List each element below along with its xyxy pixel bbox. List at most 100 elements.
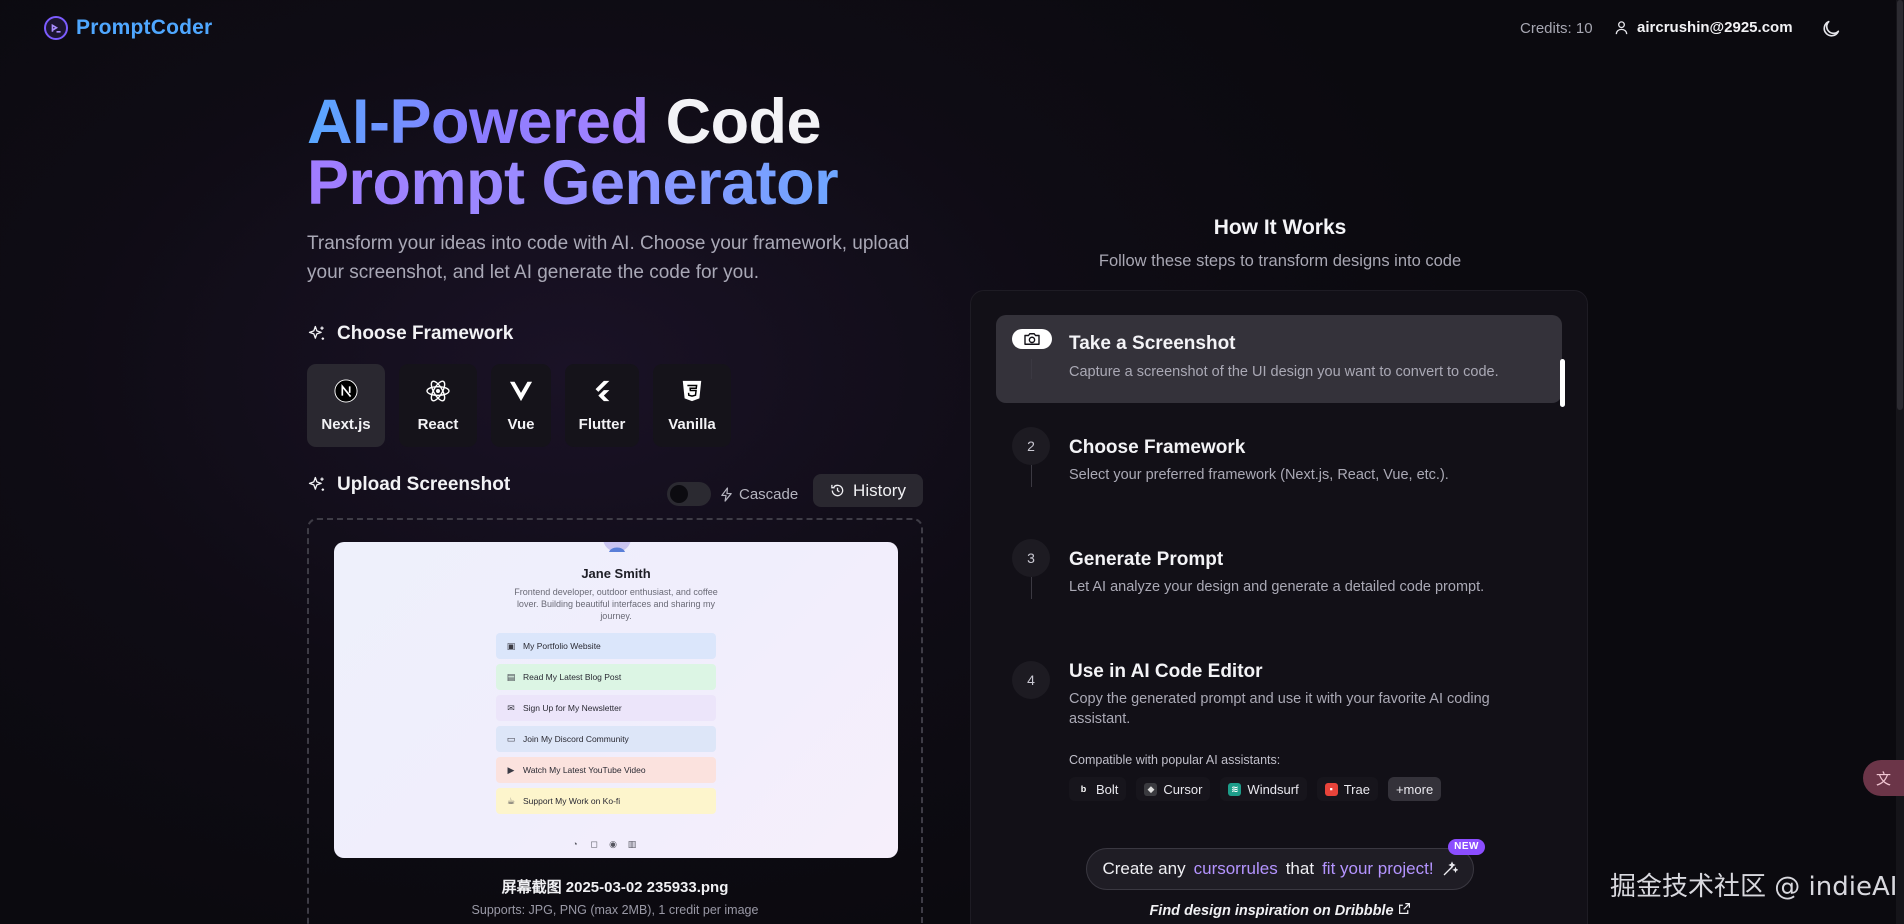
compatible-label: Compatible with popular AI assistants: bbox=[1069, 753, 1281, 767]
cta-text: Create any bbox=[1102, 859, 1186, 878]
history-label: History bbox=[853, 480, 906, 500]
framework-selector: Next.js React Vue Flutter Vanilla bbox=[307, 364, 731, 447]
step-title: Generate Prompt bbox=[1069, 549, 1224, 570]
cursorrules-cta-button[interactable]: Create any cursorrules that fit your pro… bbox=[1086, 839, 1485, 890]
assistant-cursor[interactable]: ◆ Cursor bbox=[1136, 777, 1211, 801]
preview-name: Jane Smith bbox=[581, 566, 651, 581]
dribbble-link[interactable]: Find design inspiration on Dribbble bbox=[971, 902, 1589, 919]
framework-option-vue[interactable]: Vue bbox=[491, 364, 551, 447]
step-description: Capture a screenshot of the UI design yo… bbox=[1069, 364, 1499, 380]
upload-dropzone[interactable]: Jane Smith Frontend developer, outdoor e… bbox=[307, 518, 923, 924]
history-button[interactable]: History bbox=[813, 474, 923, 507]
framework-label: Next.js bbox=[321, 416, 371, 433]
cascade-switch[interactable] bbox=[667, 482, 711, 506]
cascade-label: Cascade bbox=[719, 486, 798, 503]
nextjs-icon bbox=[333, 378, 359, 404]
scrollbar-thumb[interactable] bbox=[1897, 0, 1903, 410]
framework-label: Vanilla bbox=[668, 416, 716, 433]
screenshot-preview: Jane Smith Frontend developer, outdoor e… bbox=[334, 542, 898, 858]
step-title: Choose Framework bbox=[1069, 437, 1246, 458]
preview-link-label: Support My Work on Ko-fi bbox=[523, 796, 621, 806]
logo-icon bbox=[44, 16, 68, 40]
hero-subtitle: Transform your ideas into code with AI. … bbox=[307, 233, 910, 283]
assistant-bolt[interactable]: b Bolt bbox=[1069, 777, 1127, 801]
upload-screenshot-label: Upload Screenshot bbox=[337, 474, 511, 495]
sparkles-icon bbox=[308, 476, 325, 491]
translate-icon: 文 bbox=[1875, 770, 1891, 788]
switch-knob bbox=[670, 485, 688, 503]
mail-icon: ✉ bbox=[507, 703, 515, 713]
preview-link: ▭ Join My Discord Community bbox=[496, 726, 716, 752]
preview-link-label: Join My Discord Community bbox=[523, 734, 629, 744]
how-it-works-subtitle: Follow these steps to transform designs … bbox=[1098, 252, 1462, 270]
assistant-label: Cursor bbox=[1163, 781, 1203, 797]
step-use-in-editor[interactable]: 4 Use in AI Code Editor Copy the generat… bbox=[996, 661, 1562, 791]
framework-label: Flutter bbox=[578, 416, 626, 433]
preview-link: ☕ Support My Work on Ko-fi bbox=[496, 788, 716, 814]
step-description: Select your preferred framework (Next.js… bbox=[1069, 467, 1449, 483]
new-badge: NEW bbox=[1448, 839, 1485, 855]
how-it-works-title: How It Works bbox=[1213, 216, 1347, 239]
external-link-icon bbox=[1398, 903, 1410, 914]
twitter-icon: ◔ bbox=[572, 839, 578, 849]
chat-icon: ▭ bbox=[506, 734, 516, 744]
framework-option-vanilla[interactable]: Vanilla bbox=[653, 364, 731, 447]
step-number: 4 bbox=[1012, 661, 1050, 699]
framework-option-flutter[interactable]: Flutter bbox=[565, 364, 639, 447]
upload-screenshot-heading: Upload Screenshot bbox=[307, 474, 510, 496]
windsurf-icon: ≋ bbox=[1228, 782, 1242, 796]
camera-icon bbox=[1012, 329, 1052, 349]
uploaded-file-name: 屏幕截图 2025-03-02 235933.png bbox=[501, 879, 729, 896]
user-menu[interactable]: aircrushin@2925.com bbox=[1614, 19, 1793, 36]
step-take-screenshot[interactable]: Take a Screenshot Capture a screenshot o… bbox=[996, 315, 1562, 403]
assistant-windsurf[interactable]: ≋ Windsurf bbox=[1220, 777, 1307, 801]
briefcase-icon: ▣ bbox=[506, 641, 516, 651]
react-icon bbox=[425, 378, 451, 404]
coffee-icon: ☕ bbox=[506, 796, 516, 806]
video-icon: ▶ bbox=[507, 765, 515, 775]
html5-icon bbox=[679, 378, 705, 404]
user-icon bbox=[1615, 21, 1628, 35]
step-generate-prompt[interactable]: 3 Generate Prompt Let AI analyze your de… bbox=[996, 539, 1562, 629]
cta-text: that bbox=[1285, 859, 1315, 878]
logo[interactable]: PromptCoder bbox=[44, 16, 212, 40]
lightning-icon bbox=[721, 486, 732, 502]
steps-card: Take a Screenshot Capture a screenshot o… bbox=[970, 290, 1588, 924]
preview-link-list: ▣ My Portfolio Website ▤ Read My Latest Bl… bbox=[496, 633, 716, 814]
assistant-list: b Bolt ◆ Cursor ≋ Windsurf ▪ Trae +more bbox=[1069, 777, 1442, 801]
framework-label: Vue bbox=[507, 416, 535, 433]
step-connector bbox=[1031, 577, 1032, 599]
step-number: 2 bbox=[1012, 427, 1050, 465]
watermark: 掘金技术社区 @ indieAI bbox=[1610, 872, 1898, 902]
step-title: Use in AI Code Editor bbox=[1069, 661, 1263, 682]
choose-framework-label: Choose Framework bbox=[337, 323, 514, 344]
choose-framework-heading: Choose Framework bbox=[307, 323, 513, 345]
vue-icon bbox=[508, 378, 534, 404]
preview-link: ✉ Sign Up for My Newsletter bbox=[496, 695, 716, 721]
cta-accent: cursorrules bbox=[1193, 859, 1278, 878]
preview-socials: ◔ ◻ ◉ ▥ bbox=[570, 839, 637, 849]
step-choose-framework[interactable]: 2 Choose Framework Select your preferred… bbox=[996, 427, 1562, 517]
credits-counter: Credits: 10 bbox=[1520, 20, 1593, 37]
avatar-icon bbox=[603, 542, 631, 552]
assistant-trae[interactable]: ▪ Trae bbox=[1316, 777, 1378, 801]
assistant-label: Trae bbox=[1343, 781, 1370, 797]
cascade-toggle-group: Cascade bbox=[667, 482, 798, 506]
step-number: 3 bbox=[1012, 539, 1050, 577]
step-connector bbox=[1031, 359, 1032, 379]
step-title: Take a Screenshot bbox=[1069, 333, 1236, 354]
moon-icon[interactable] bbox=[1820, 18, 1842, 40]
translate-widget[interactable]: 文 bbox=[1863, 760, 1904, 796]
preview-link-label: Read My Latest Blog Post bbox=[523, 672, 622, 682]
assistant-more[interactable]: +more bbox=[1387, 777, 1442, 801]
framework-label: React bbox=[417, 416, 459, 433]
cascade-text: Cascade bbox=[739, 485, 799, 503]
framework-option-nextjs[interactable]: Next.js bbox=[307, 364, 385, 447]
assistant-label: Bolt bbox=[1096, 781, 1119, 797]
top-nav: PromptCoder Credits: 10 aircrushin@2925.… bbox=[0, 0, 1904, 58]
framework-option-react[interactable]: React bbox=[399, 364, 477, 447]
preview-link-label: Sign Up for My Newsletter bbox=[523, 703, 622, 713]
assistant-label: Windsurf bbox=[1247, 781, 1299, 797]
flutter-icon bbox=[589, 378, 615, 404]
instagram-icon: ◻ bbox=[590, 839, 598, 849]
